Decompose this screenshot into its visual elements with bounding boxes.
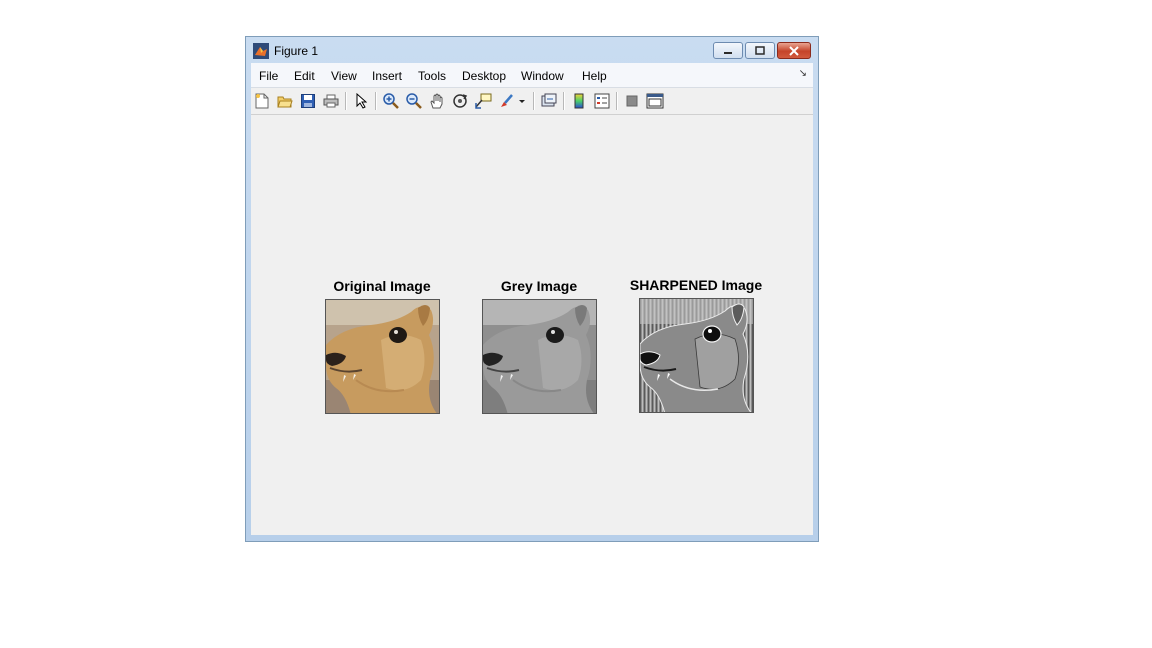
toolbar-separator [563,92,565,110]
sharpened-squirrel-image [639,298,754,413]
maximize-button[interactable] [745,42,775,59]
axes-title-original: Original Image [333,278,431,294]
axes-title-grey: Grey Image [500,278,578,294]
link-plot-icon[interactable] [540,92,558,110]
menu-edit[interactable]: Edit [294,69,315,83]
new-figure-icon[interactable] [253,92,271,110]
open-file-icon[interactable] [276,92,294,110]
menu-bar: File Edit View Insert Tools Desktop Wind… [251,63,813,88]
print-icon[interactable] [322,92,340,110]
window-title: Figure 1 [274,44,319,58]
toolbar-separator [616,92,618,110]
pan-hand-icon[interactable] [428,92,446,110]
figure-window: Figure 1 File Edit View Insert Tools Des… [245,36,819,542]
matlab-logo-icon [253,43,269,59]
data-cursor-icon[interactable] [474,92,492,110]
menu-insert[interactable]: Insert [372,69,402,83]
minimize-icon [724,51,732,54]
zoom-out-icon[interactable] [405,92,423,110]
menu-file[interactable]: File [259,69,278,83]
close-button[interactable] [777,42,811,59]
axes-title-sharpened: SHARPENED Image [629,277,763,293]
figure-client-area: File Edit View Insert Tools Desktop Wind… [251,63,813,535]
dock-arrow-icon[interactable]: ↘ [799,68,807,79]
menu-window[interactable]: Window [521,69,564,83]
show-plot-tools-icon[interactable] [646,92,664,110]
brush-dropdown-icon[interactable] [517,92,527,110]
edit-plot-arrow-icon[interactable] [352,92,370,110]
toolbar-separator [375,92,377,110]
menu-help[interactable]: Help [582,69,607,83]
rotate-3d-icon[interactable] [451,92,469,110]
figure-toolbar [251,88,813,115]
grey-squirrel-image [482,299,597,414]
original-squirrel-image [325,299,440,414]
colorbar-icon[interactable] [570,92,588,110]
menu-view[interactable]: View [331,69,357,83]
menu-desktop[interactable]: Desktop [462,69,506,83]
title-bar[interactable]: Figure 1 [246,37,818,63]
toolbar-separator [345,92,347,110]
menu-tools[interactable]: Tools [418,69,446,83]
maximize-icon [755,46,765,55]
legend-icon[interactable] [593,92,611,110]
minimize-button[interactable] [713,42,743,59]
hide-plot-tools-icon[interactable] [623,92,641,110]
close-icon [789,45,799,56]
brush-icon[interactable] [498,92,516,110]
save-icon[interactable] [299,92,317,110]
toolbar-separator [533,92,535,110]
zoom-in-icon[interactable] [382,92,400,110]
